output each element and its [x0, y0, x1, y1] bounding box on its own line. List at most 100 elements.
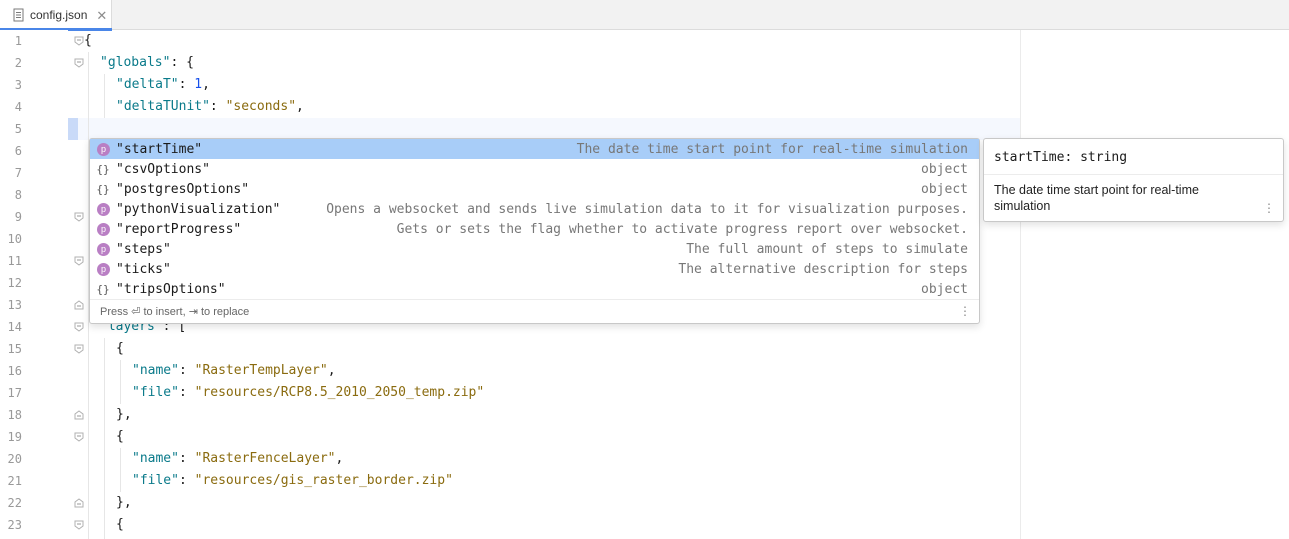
line-number: 8 — [14, 188, 22, 202]
completion-item-description: object — [921, 281, 968, 297]
line-number-gutter: 1 2 3 4 5 6 7 8 9 10 11 12 13 14 15 16 1… — [0, 30, 68, 539]
tab-config-json[interactable]: config.json ✕ — [0, 0, 112, 31]
code-line: "file": "resources/gis_raster_border.zip… — [132, 470, 453, 492]
object-icon: {} — [96, 182, 110, 196]
line-number: 14 — [7, 320, 22, 334]
brace: }, — [116, 495, 132, 510]
punct: , — [335, 451, 344, 466]
completion-item-reportprogress[interactable]: p "reportProgress" Gets or sets the flag… — [90, 219, 979, 239]
line-number: 10 — [7, 232, 22, 246]
json-key: "file" — [132, 385, 179, 400]
completion-popup: p "startTime" The date time start point … — [89, 138, 980, 324]
fold-toggle-icon[interactable] — [74, 322, 84, 332]
completion-hint: Press ⏎ to insert, ⇥ to replace — [100, 306, 250, 318]
json-string: "RasterFenceLayer" — [194, 451, 336, 466]
fold-toggle-icon[interactable] — [74, 520, 84, 530]
completion-item-steps[interactable]: p "steps" The full amount of steps to si… — [90, 239, 979, 259]
completion-item-name: "csvOptions" — [116, 161, 210, 177]
line-number: 11 — [7, 254, 22, 268]
code-line: { — [116, 514, 124, 536]
indent-guide — [120, 448, 121, 492]
code-line: "name": "RasterTempLayer", — [132, 360, 336, 382]
editor-tab-bar: config.json ✕ — [0, 0, 1289, 31]
more-options-icon[interactable]: ⋮ — [1263, 201, 1275, 215]
code-line: "name": "RasterFenceLayer", — [132, 448, 343, 470]
punct: : — [178, 77, 195, 92]
json-key: "file" — [132, 473, 179, 488]
fold-toggle-icon[interactable] — [74, 256, 84, 266]
line-number: 5 — [14, 122, 22, 136]
punct: : — [178, 385, 195, 400]
punct: , — [296, 99, 304, 114]
punct: , — [327, 363, 336, 378]
line-number: 3 — [14, 78, 22, 92]
json-number: 1 — [194, 77, 203, 92]
completion-item-description: The full amount of steps to simulate — [686, 241, 968, 257]
brace: { — [116, 429, 124, 444]
punct: : — [178, 451, 195, 466]
brace: { — [84, 33, 92, 48]
line-number: 4 — [14, 100, 22, 114]
fold-toggle-icon[interactable] — [74, 498, 84, 508]
line-number: 15 — [7, 342, 22, 356]
completion-item-name: "ticks" — [116, 261, 171, 277]
completion-item-ticks[interactable]: p "ticks" The alternative description fo… — [90, 259, 979, 279]
completion-item-pythonvisualization[interactable]: p "pythonVisualization" Opens a websocke… — [90, 199, 979, 219]
code-line: "file": "resources/RCP8.5_2010_2050_temp… — [132, 382, 484, 404]
brace: }, — [116, 407, 132, 422]
punct: , — [202, 77, 210, 92]
line-number: 1 — [14, 34, 22, 48]
property-icon: p — [97, 142, 110, 156]
json-string: "resources/gis_raster_border.zip" — [194, 473, 453, 488]
property-icon: p — [97, 242, 110, 256]
line-number: 18 — [7, 408, 22, 422]
punct: : { — [170, 55, 194, 70]
more-options-icon[interactable]: ⋮ — [959, 305, 971, 317]
line-number: 12 — [7, 276, 22, 290]
json-key: "deltaTUnit" — [116, 99, 210, 114]
json-string: "resources/RCP8.5_2010_2050_temp.zip" — [194, 385, 485, 400]
fold-toggle-icon[interactable] — [74, 344, 84, 354]
code-line: { — [84, 30, 92, 52]
doc-description: The date time start point for real-time … — [994, 183, 1199, 213]
completion-item-tripsoptions[interactable]: {} "tripsOptions" object — [90, 279, 979, 299]
line-number: 22 — [7, 496, 22, 510]
line-number: 2 — [14, 56, 22, 70]
completion-item-description: The date time start point for real-time … — [576, 141, 968, 157]
completion-item-postgresoptions[interactable]: {} "postgresOptions" object — [90, 179, 979, 199]
indent-guide — [104, 338, 105, 539]
code-line: }, — [116, 404, 132, 426]
fold-toggle-icon[interactable] — [74, 300, 84, 310]
line-number: 16 — [7, 364, 22, 378]
punct: : — [178, 473, 195, 488]
fold-toggle-icon[interactable] — [74, 410, 84, 420]
property-icon: p — [97, 222, 110, 236]
code-line: }, — [116, 492, 132, 514]
json-string: "seconds" — [225, 99, 297, 114]
fold-toggle-icon[interactable] — [74, 212, 84, 222]
documentation-popup: startTime: string The date time start po… — [983, 138, 1284, 222]
object-icon: {} — [96, 162, 110, 176]
line-number: 21 — [7, 474, 22, 488]
completion-item-name: "reportProgress" — [116, 221, 242, 237]
json-key: "globals" — [100, 55, 171, 70]
property-icon: p — [97, 202, 110, 216]
json-key: "deltaT" — [116, 77, 179, 92]
caret-line-highlight — [68, 118, 1020, 140]
completion-item-name: "postgresOptions" — [116, 181, 250, 197]
right-margin-guide — [1020, 30, 1021, 539]
json-file-icon — [13, 8, 24, 22]
line-number: 17 — [7, 386, 22, 400]
code-line: "deltaT": 1, — [116, 74, 210, 96]
brace: { — [116, 517, 124, 532]
fold-toggle-icon[interactable] — [74, 58, 84, 68]
fold-toggle-icon[interactable] — [74, 432, 84, 442]
completion-item-csvoptions[interactable]: {} "csvOptions" object — [90, 159, 979, 179]
punct: : — [209, 99, 226, 114]
code-line: { — [116, 426, 124, 448]
completion-item-starttime[interactable]: p "startTime" The date time start point … — [90, 139, 979, 159]
indent-guide — [104, 74, 105, 118]
close-icon[interactable]: ✕ — [96, 9, 107, 22]
fold-toggle-icon[interactable] — [74, 36, 84, 46]
line-number: 9 — [14, 210, 22, 224]
